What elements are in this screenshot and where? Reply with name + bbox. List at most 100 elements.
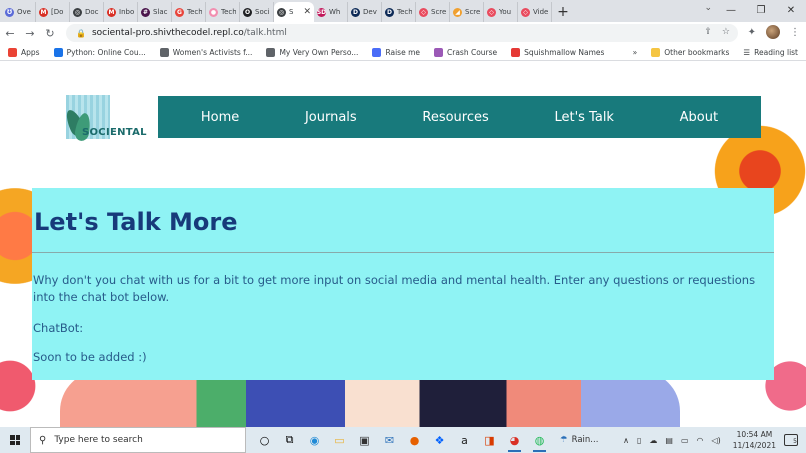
tray-icon[interactable]: ▯ <box>637 436 641 445</box>
browser-tab[interactable]: G Tech <box>172 2 206 22</box>
clock-date: 11/14/2021 <box>732 441 776 450</box>
bookmark-item[interactable]: My Very Own Perso... <box>266 47 358 57</box>
clock-time: 10:54 AM <box>736 430 773 439</box>
wifi-icon[interactable]: ◠ <box>697 436 704 445</box>
browser-tab[interactable]: M [Do <box>36 2 70 22</box>
edge-icon[interactable]: ◉ <box>302 427 327 453</box>
browser-tab[interactable]: SD Wh <box>314 2 348 22</box>
store-icon[interactable]: ▣ <box>352 427 377 453</box>
logo-text: SOCIENTAL <box>82 127 147 138</box>
tray-icon[interactable]: ▤ <box>665 436 673 445</box>
browser-tab[interactable]: D Tech <box>382 2 416 22</box>
browser-tab[interactable]: Ʊ Ove <box>2 2 36 22</box>
tab-favicon-icon: ◇ <box>521 7 530 17</box>
mail-icon[interactable]: ✉ <box>377 427 402 453</box>
browser-tab[interactable]: O Soci <box>240 2 274 22</box>
browser-tab[interactable]: M Inbo <box>104 2 138 22</box>
bookmark-label: Squishmallow Names <box>524 47 605 57</box>
amazon-icon[interactable]: a <box>452 427 477 453</box>
browser-tab[interactable]: ● Tech <box>206 2 240 22</box>
share-icon[interactable]: ⇪ <box>704 27 712 37</box>
browser-tab[interactable]: ◢ Scre <box>450 2 484 22</box>
reload-icon[interactable]: ↻ <box>40 27 60 40</box>
tab-favicon-icon: ◢ <box>453 7 462 17</box>
nav-link-journals[interactable]: Journals <box>305 110 357 125</box>
browser-toolbar: ← → ↻ 🔒 sociental-pro.shivthecodel.repl.… <box>0 22 806 44</box>
web-page: SOCIENTAL Home Journals Resources Let's Tal… <box>0 61 806 427</box>
bookmark-item[interactable]: Raise me <box>372 47 420 57</box>
bookmark-item[interactable]: Apps <box>8 47 40 57</box>
site-nav: Home Journals Resources Let's Talk About <box>158 96 761 138</box>
menu-icon[interactable]: ⋮ <box>790 27 800 38</box>
address-bar[interactable]: 🔒 sociental-pro.shivthecodel.repl.co/tal… <box>66 24 738 42</box>
weather-widget[interactable]: ☂ Rain... <box>560 435 598 445</box>
nav-link-resources[interactable]: Resources <box>422 110 488 125</box>
spotify-icon[interactable]: ◍ <box>527 427 552 453</box>
tab-title: You <box>499 8 512 16</box>
battery-icon[interactable]: ▭ <box>681 436 689 445</box>
office-icon[interactable]: ◨ <box>477 427 502 453</box>
nav-link-home[interactable]: Home <box>201 110 239 125</box>
bookmark-item[interactable]: Women's Activists f... <box>159 47 252 57</box>
close-tab-icon[interactable]: ✕ <box>303 7 311 17</box>
tab-search-icon[interactable]: ⌄ <box>704 3 712 13</box>
new-tab-button[interactable]: + <box>552 2 574 22</box>
onedrive-icon[interactable]: ☁ <box>649 436 657 445</box>
other-bookmarks[interactable]: Other bookmarks <box>651 48 729 57</box>
reading-list[interactable]: ☰ Reading list <box>743 48 798 57</box>
bookmark-favicon-icon <box>53 47 63 57</box>
profile-avatar[interactable] <box>766 25 780 39</box>
browser-tab[interactable]: ◎ Doc <box>70 2 104 22</box>
close-window-icon[interactable]: ✕ <box>776 0 806 20</box>
notification-icon[interactable]: 5 <box>784 434 798 446</box>
clock[interactable]: 10:54 AM 11/14/2021 <box>733 429 776 451</box>
browser-tab[interactable]: ◇ Vide <box>518 2 552 22</box>
tab-title: Soci <box>255 8 270 16</box>
bookmark-item[interactable]: Squishmallow Names <box>511 47 605 57</box>
nav-link-about[interactable]: About <box>680 110 718 125</box>
bookmark-star-icon[interactable]: ☆ <box>722 27 730 37</box>
bookmark-item[interactable]: Crash Course <box>434 47 497 57</box>
browser-tab[interactable]: ◇ Scre <box>416 2 450 22</box>
tab-favicon-icon: # <box>141 7 150 17</box>
minimize-icon[interactable]: — <box>716 0 746 20</box>
chevron-up-icon[interactable]: ∧ <box>623 436 629 445</box>
search-placeholder: Type here to search <box>54 435 143 445</box>
dropbox-icon[interactable]: ❖ <box>427 427 452 453</box>
window-controls: — ❐ ✕ <box>716 0 806 20</box>
tab-title: Slac <box>153 8 168 16</box>
nav-link-let-s-talk[interactable]: Let's Talk <box>554 110 613 125</box>
browser-tab[interactable]: ◎ S ✕ <box>274 2 314 22</box>
task-view-icon[interactable]: ⧉ <box>277 427 302 453</box>
chrome-icon[interactable]: ◕ <box>502 427 527 453</box>
forward-icon[interactable]: → <box>20 27 40 40</box>
start-button[interactable] <box>0 435 30 445</box>
bookmark-favicon-icon <box>434 47 444 57</box>
intro-text: Why don't you chat with us for a bit to … <box>33 273 756 304</box>
taskbar-search-box[interactable]: ⚲ Type here to search <box>30 427 246 453</box>
umbrella-icon: ☂ <box>560 435 568 445</box>
browser-tab[interactable]: ◇ You <box>484 2 518 22</box>
bookmark-item[interactable]: Python: Online Cou... <box>53 47 146 57</box>
file-explorer-icon[interactable]: ▭ <box>327 427 352 453</box>
system-tray: ∧ ▯ ☁ ▤ ▭ ◠ ◁) 10:54 AM 11/14/2021 5 <box>619 427 806 453</box>
cortana-icon[interactable]: ○ <box>252 427 277 453</box>
browser-tab[interactable]: # Slac <box>138 2 172 22</box>
bookmarks-overflow-icon[interactable]: » <box>633 48 638 57</box>
tab-title: Doc <box>85 8 99 16</box>
tab-favicon-icon: O <box>243 7 252 17</box>
talk-card: Let's Talk More Why don't you chat with … <box>32 188 774 380</box>
bookmarks-bar: Apps Python: Online Cou... Women's Activis… <box>0 44 806 61</box>
site-logo[interactable]: SOCIENTAL <box>62 95 147 143</box>
restore-icon[interactable]: ❐ <box>746 0 776 20</box>
tab-title: Tech <box>397 8 412 16</box>
back-icon[interactable]: ← <box>0 27 20 40</box>
url-host: sociental-pro.shivthecodel.repl.co <box>91 28 244 38</box>
extensions-icon[interactable]: ✦ <box>748 27 756 38</box>
tab-title: Dev <box>363 8 377 16</box>
browser-tab[interactable]: D Dev <box>348 2 382 22</box>
firefox-icon[interactable]: ● <box>402 427 427 453</box>
volume-icon[interactable]: ◁) <box>711 436 720 445</box>
weather-text: Rain... <box>571 435 599 445</box>
tab-strip: Ʊ Ove M [Do ◎ Doc M Inbo # Slac G Tech ● Tech O Soci ◎ S ✕… <box>0 0 806 22</box>
